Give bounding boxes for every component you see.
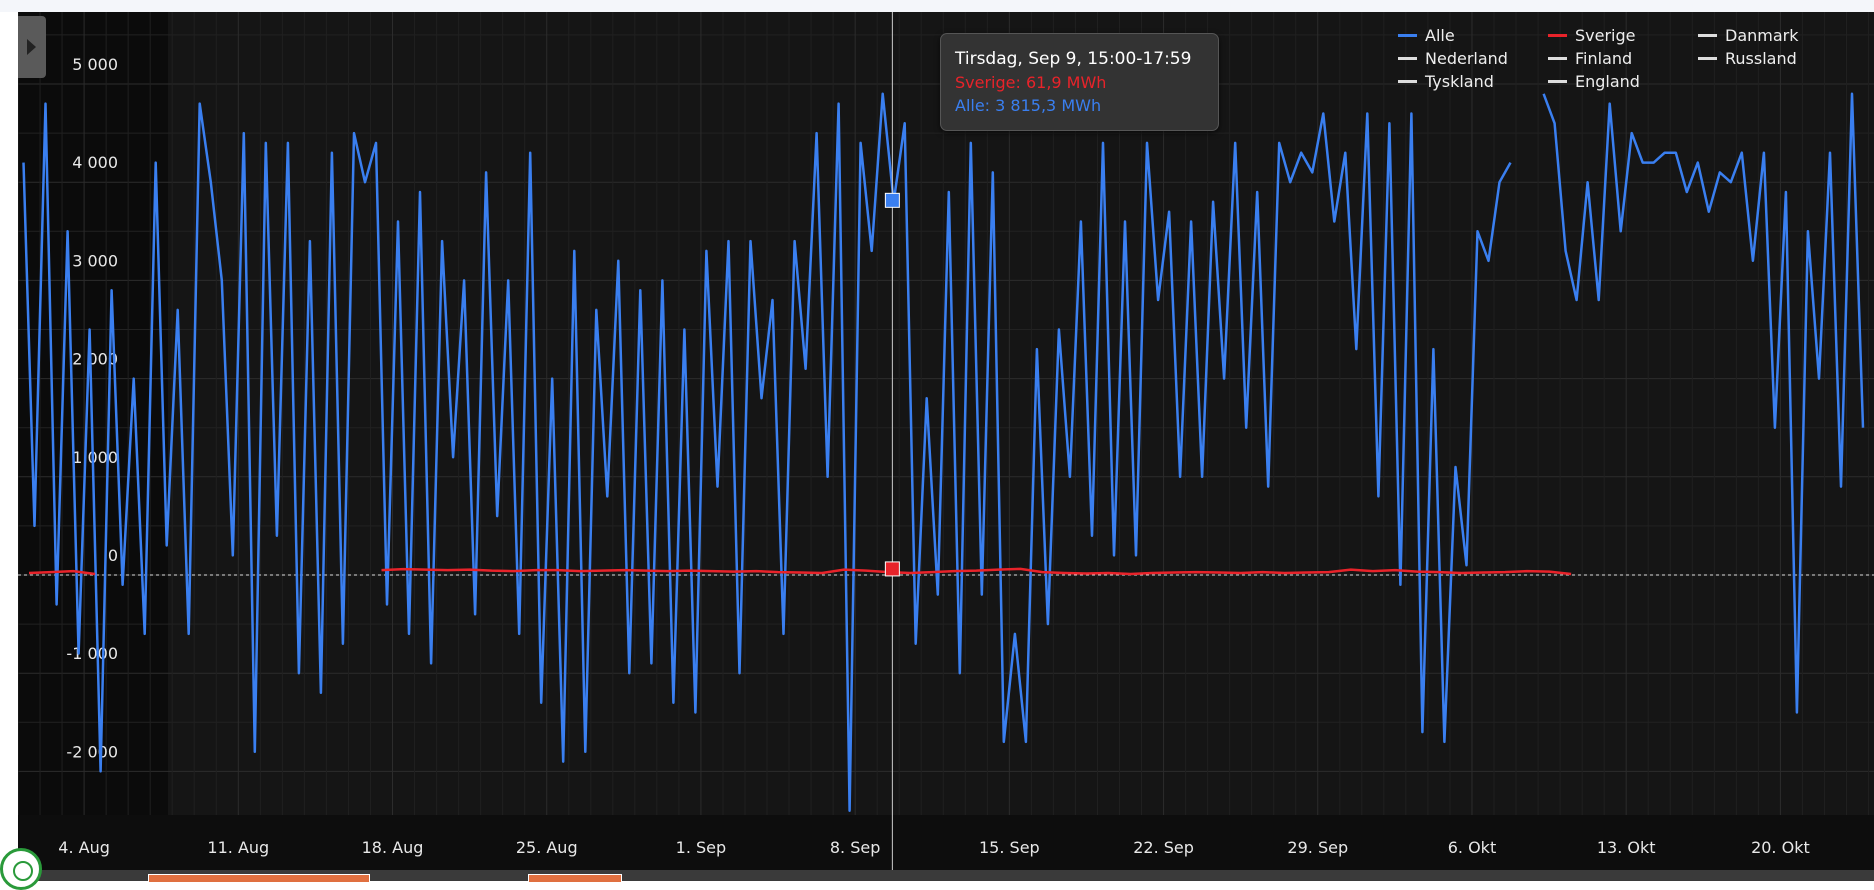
x-tick-label: 8. Sep	[830, 838, 881, 857]
x-tick-label: 1. Sep	[676, 838, 727, 857]
tooltip-title: Tirsdag, Sep 9, 15:00-17:59	[955, 49, 1192, 69]
x-tick-label: 4. Aug	[58, 838, 110, 857]
legend-item-finland[interactable]: Finland	[1548, 49, 1632, 68]
tooltip-sverige: Sverige: 61,9 MWh	[955, 73, 1107, 92]
y-tick-label: -2 000	[66, 742, 118, 761]
legend-label: Tyskland	[1425, 72, 1494, 91]
legend-swatch-icon	[1698, 34, 1717, 37]
legend-swatch-icon	[1398, 57, 1417, 60]
legend-item-alle[interactable]: Alle	[1398, 26, 1455, 45]
marker-alle	[884, 192, 900, 208]
marker-sverige	[884, 561, 900, 577]
x-tick-label: 15. Sep	[979, 838, 1040, 857]
y-tick-label: 0	[108, 546, 118, 565]
legend-item-danmark[interactable]: Danmark	[1698, 26, 1799, 45]
legend-swatch-icon	[1698, 57, 1717, 60]
legend-swatch-icon	[1398, 80, 1417, 83]
legend-swatch-icon	[1398, 34, 1417, 37]
legend-swatch-icon	[1548, 34, 1567, 37]
x-tick-label: 11. Aug	[207, 838, 269, 857]
range-button[interactable]	[528, 874, 622, 883]
x-tick-label: 6. Okt	[1448, 838, 1496, 857]
y-tick-label: 4 000	[72, 153, 118, 172]
x-tick-label: 13. Okt	[1597, 838, 1656, 857]
x-tick-label: 22. Sep	[1133, 838, 1194, 857]
tooltip: Tirsdag, Sep 9, 15:00-17:59 Sverige: 61,…	[940, 33, 1219, 131]
x-tick-label: 29. Sep	[1287, 838, 1348, 857]
y-tick-label: 3 000	[72, 251, 118, 270]
tooltip-alle: Alle: 3 815,3 MWh	[955, 96, 1102, 115]
legend-swatch-icon	[1548, 57, 1567, 60]
legend-label: Danmark	[1725, 26, 1799, 45]
legend-item-russland[interactable]: Russland	[1698, 49, 1797, 68]
legend-label: Alle	[1425, 26, 1455, 45]
legend-label: Finland	[1575, 49, 1633, 68]
legend-item-nederland[interactable]: Nederland	[1398, 49, 1508, 68]
logo-icon	[0, 848, 42, 890]
y-tick-label: -1 000	[66, 644, 118, 663]
chevron-right-icon	[27, 39, 36, 55]
legend-label: Sverige	[1575, 26, 1636, 45]
x-tick-label: 20. Okt	[1751, 838, 1810, 857]
legend-item-sverige[interactable]: Sverige	[1548, 26, 1636, 45]
range-button[interactable]	[148, 874, 370, 883]
plot-background	[18, 12, 1874, 870]
legend-label: Nederland	[1425, 49, 1508, 68]
x-tick-label: 18. Aug	[362, 838, 424, 857]
legend-label: England	[1575, 72, 1640, 91]
legend-swatch-icon	[1548, 80, 1567, 83]
legend-item-england[interactable]: England	[1548, 72, 1640, 91]
sidebar-toggle-button[interactable]	[18, 16, 46, 78]
y-tick-label: 5 000	[72, 55, 118, 74]
y-tick-label: 1 000	[72, 448, 118, 467]
line-chart[interactable]: 5 0004 0003 0002 0001 0000-1 000-2 000 4…	[18, 12, 1874, 870]
page-margin	[0, 12, 18, 881]
legend-item-tyskland[interactable]: Tyskland	[1398, 72, 1494, 91]
legend-label: Russland	[1725, 49, 1797, 68]
x-axis-band	[18, 815, 1874, 870]
x-tick-label: 25. Aug	[516, 838, 578, 857]
